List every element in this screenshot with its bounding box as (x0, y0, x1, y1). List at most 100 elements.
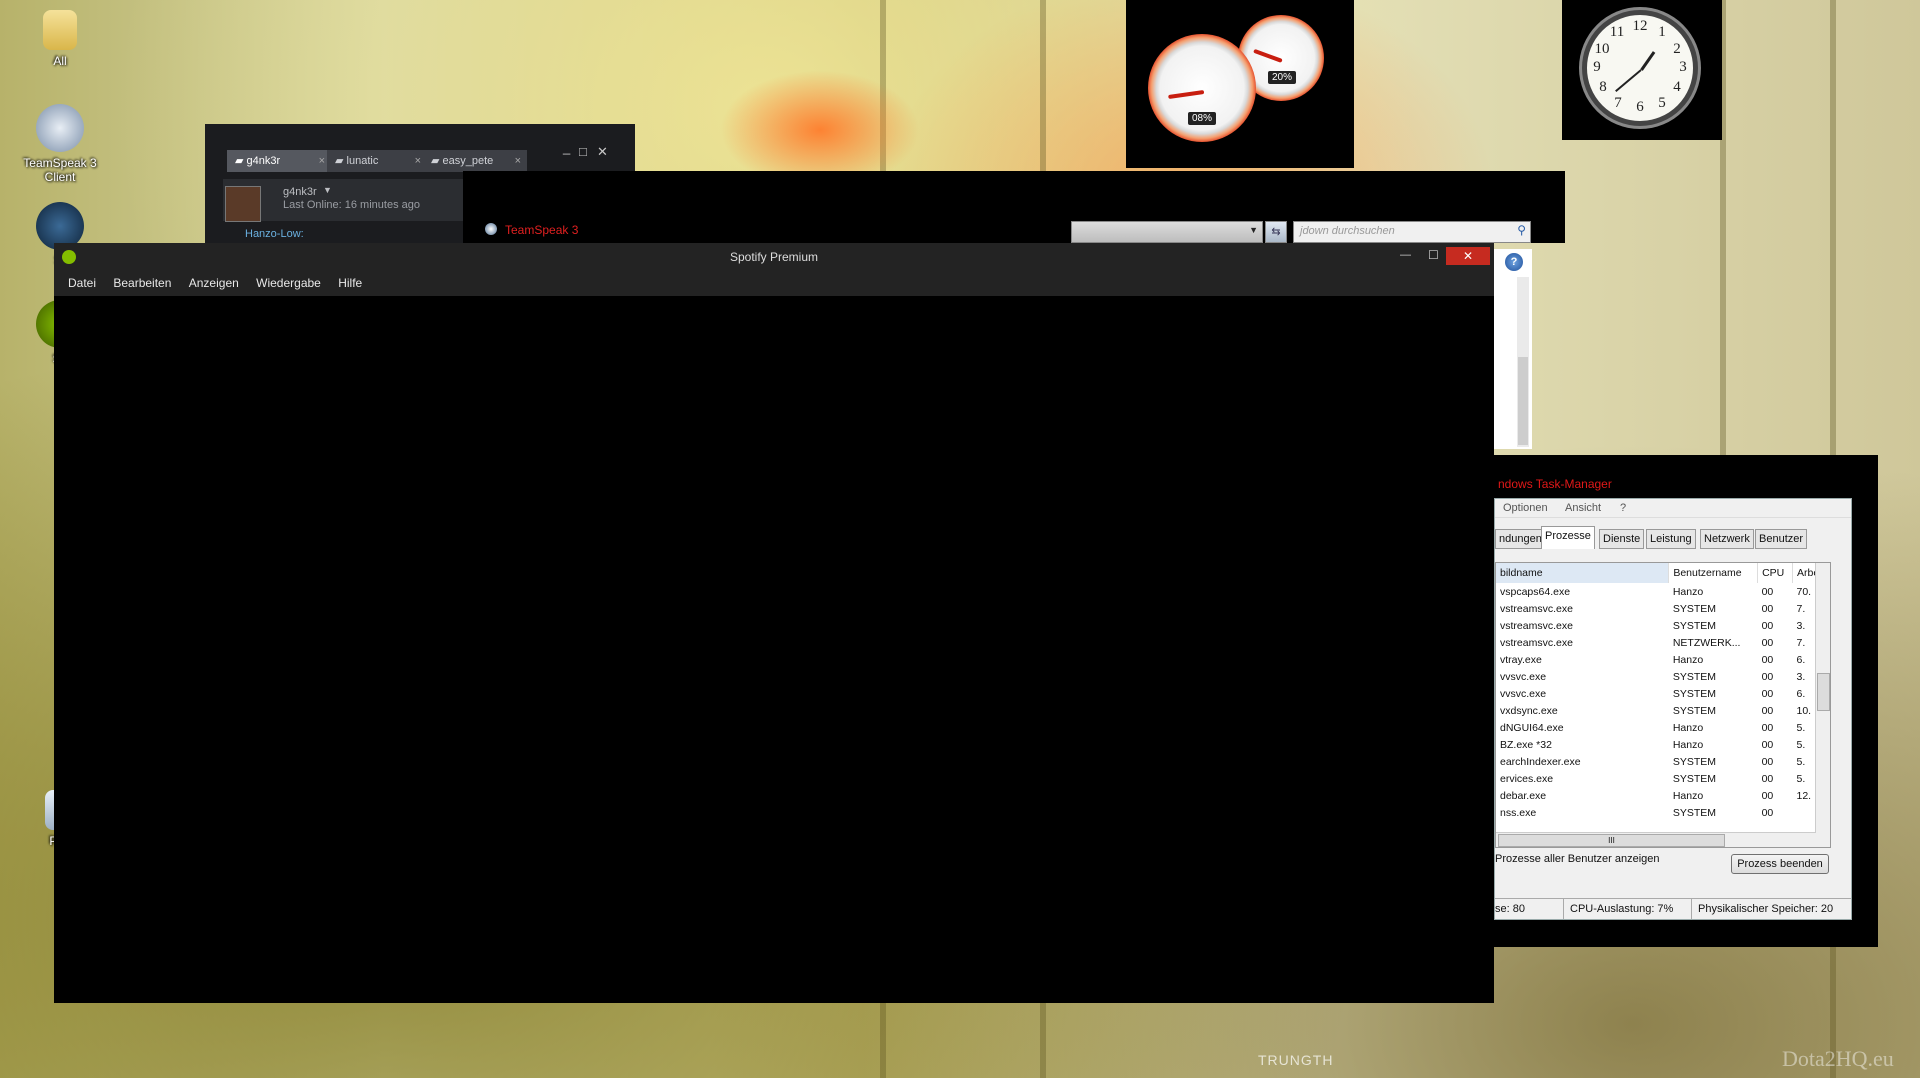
process-name: vstreamsvc.exe (1500, 619, 1573, 632)
tab-dienste[interactable]: Dienste (1599, 529, 1645, 549)
tab-anwendungen[interactable]: ndungen (1495, 529, 1546, 549)
chevron-down-icon: ▼ (1249, 225, 1258, 235)
process-user: Hanzo (1672, 789, 1704, 802)
column-header-image-name[interactable]: bildname (1496, 563, 1670, 583)
chat-tab-easy-pete[interactable]: ▰ easy_pete × (423, 150, 527, 172)
maximize-button[interactable]: ☐ (1428, 248, 1439, 262)
close-tab-icon[interactable]: × (319, 150, 325, 172)
process-cpu: 00 (1761, 636, 1774, 649)
close-button[interactable]: ✕ (597, 144, 608, 160)
close-button[interactable]: ✕ (1446, 247, 1490, 265)
address-dropdown[interactable]: ▼ (1071, 221, 1263, 243)
spotify-titlebar[interactable]: Spotify Premium — ☐ ✕ (54, 243, 1494, 271)
spotify-menubar: Datei Bearbeiten Anzeigen Wiedergabe Hil… (54, 271, 1494, 296)
process-user: Hanzo (1672, 738, 1704, 751)
desktop-icon-teamspeak[interactable]: TeamSpeak 3 Client (18, 104, 102, 184)
menu-hilfe[interactable]: Hilfe (338, 271, 362, 296)
tab-netzwerk[interactable]: Netzwerk (1700, 529, 1754, 549)
minimize-button[interactable]: — (1400, 249, 1411, 261)
wallpaper-watermark: Dota2HQ.eu (1782, 1046, 1894, 1071)
show-all-processes-checkbox[interactable]: Prozesse aller Benutzer anzeigen (1495, 853, 1659, 865)
menu-optionen[interactable]: Optionen (1503, 502, 1548, 514)
process-name: vtray.exe (1500, 653, 1542, 666)
search-input[interactable]: jdown durchsuchen ⚲ (1293, 221, 1531, 243)
process-list[interactable]: bildname Benutzername CPU Arbeit vspcaps… (1495, 562, 1831, 848)
table-row[interactable]: dNGUI64.exe Hanzo 00 5. (1496, 719, 1830, 736)
scroll-thumb[interactable] (1817, 673, 1830, 711)
scroll-thumb[interactable]: III (1498, 834, 1725, 847)
teamspeak-title: TeamSpeak 3 (505, 223, 579, 237)
menu-ansicht[interactable]: Ansicht (1565, 502, 1601, 514)
menu-anzeigen[interactable]: Anzeigen (189, 271, 239, 296)
tab-leistung[interactable]: Leistung (1646, 529, 1696, 549)
process-cpu: 00 (1761, 585, 1774, 598)
chat-user-name[interactable]: g4nk3r (283, 186, 317, 198)
tab-benutzer[interactable]: Benutzer (1755, 529, 1808, 549)
chat-bubble-icon: ▰ (431, 155, 443, 167)
chat-bubble-icon: ▰ (235, 155, 247, 167)
table-row[interactable]: vxdsync.exe SYSTEM 00 10. (1496, 702, 1830, 719)
table-row[interactable]: vstreamsvc.exe SYSTEM 00 7. (1496, 600, 1830, 617)
task-manager-window[interactable]: Optionen Ansicht ? ndungen Prozesse Dien… (1494, 498, 1852, 920)
close-tab-icon[interactable]: × (515, 150, 521, 172)
table-row[interactable]: vstreamsvc.exe NETZWERK... 00 7. (1496, 634, 1830, 651)
process-cpu: 00 (1761, 619, 1774, 632)
chat-tab-g4nk3r[interactable]: ▰ g4nk3r × (227, 150, 331, 172)
menu-datei[interactable]: Datei (68, 271, 96, 296)
process-user: SYSTEM (1672, 704, 1716, 717)
teamspeak-icon (36, 104, 84, 152)
help-button[interactable]: ? (1505, 253, 1523, 271)
process-name: BZ.exe *32 (1500, 738, 1552, 751)
table-row[interactable]: vvsvc.exe SYSTEM 00 3. (1496, 668, 1830, 685)
chevron-down-icon[interactable]: ▼ (323, 185, 332, 195)
process-name: vstreamsvc.exe (1500, 602, 1573, 615)
process-cpu: 00 (1761, 772, 1774, 785)
process-cpu: 00 (1761, 721, 1774, 734)
table-row[interactable]: vstreamsvc.exe SYSTEM 00 3. (1496, 617, 1830, 634)
table-row[interactable]: ervices.exe SYSTEM 00 5. (1496, 770, 1830, 787)
vertical-scrollbar[interactable] (1815, 563, 1830, 847)
maximize-button[interactable]: □ (579, 144, 587, 159)
process-table: bildname Benutzername CPU Arbeit vspcaps… (1496, 563, 1830, 821)
chat-tab-lunatic[interactable]: ▰ lunatic × (327, 150, 427, 172)
process-user: SYSTEM (1672, 772, 1716, 785)
clock-face: 12 1 2 3 4 5 6 7 8 9 10 11 (1582, 10, 1698, 126)
column-header-username[interactable]: Benutzername (1668, 563, 1759, 583)
cpu-meter-gadget[interactable]: 20% 08% (1126, 0, 1354, 168)
search-icon[interactable]: ⚲ (1517, 223, 1526, 237)
menu-help[interactable]: ? (1620, 502, 1626, 514)
minimize-button[interactable]: _ (563, 140, 570, 155)
tab-prozesse[interactable]: Prozesse (1541, 526, 1595, 549)
spotify-content-area[interactable] (54, 296, 1494, 1003)
table-row[interactable]: vspcaps64.exe Hanzo 00 70. (1496, 583, 1830, 600)
status-cpu: CPU-Auslastung: 7% (1563, 899, 1673, 919)
process-user: Hanzo (1672, 653, 1704, 666)
table-row[interactable]: vvsvc.exe SYSTEM 00 6. (1496, 685, 1830, 702)
menu-bearbeiten[interactable]: Bearbeiten (113, 271, 171, 296)
column-header-cpu[interactable]: CPU (1757, 563, 1793, 583)
table-row[interactable]: BZ.exe *32 Hanzo 00 5. (1496, 736, 1830, 753)
process-name: vxdsync.exe (1500, 704, 1558, 717)
teamspeak-window[interactable]: TeamSpeak 3 ▼ ⇆ jdown durchsuchen ⚲ ? (463, 171, 1565, 449)
process-name: nss.exe (1500, 806, 1537, 819)
process-cpu: 00 (1761, 789, 1774, 802)
end-process-button[interactable]: Prozess beenden (1731, 854, 1829, 874)
process-user: SYSTEM (1672, 619, 1716, 632)
close-tab-icon[interactable]: × (415, 150, 421, 172)
menu-wiedergabe[interactable]: Wiedergabe (256, 271, 321, 296)
process-cpu: 00 (1761, 738, 1774, 751)
spotify-window[interactable]: Spotify Premium — ☐ ✕ Datei Bearbeiten A… (54, 243, 1494, 1003)
table-row[interactable]: nss.exe SYSTEM 00 (1496, 804, 1830, 821)
scrollbar[interactable] (1517, 277, 1529, 447)
avatar[interactable] (225, 186, 261, 222)
table-row[interactable]: earchIndexer.exe SYSTEM 00 5. (1496, 753, 1830, 770)
table-row[interactable]: debar.exe Hanzo 00 12. (1496, 787, 1830, 804)
table-row[interactable]: vtray.exe Hanzo 00 6. (1496, 651, 1830, 668)
process-user: Hanzo (1672, 585, 1704, 598)
desktop-icon-all[interactable]: All (18, 10, 102, 68)
refresh-button[interactable]: ⇆ (1265, 221, 1287, 243)
clock-gadget[interactable]: 12 1 2 3 4 5 6 7 8 9 10 11 (1562, 0, 1722, 140)
horizontal-scrollbar[interactable]: III (1496, 832, 1816, 847)
scroll-thumb[interactable] (1518, 357, 1528, 445)
status-processes: se: 80 (1495, 903, 1525, 915)
